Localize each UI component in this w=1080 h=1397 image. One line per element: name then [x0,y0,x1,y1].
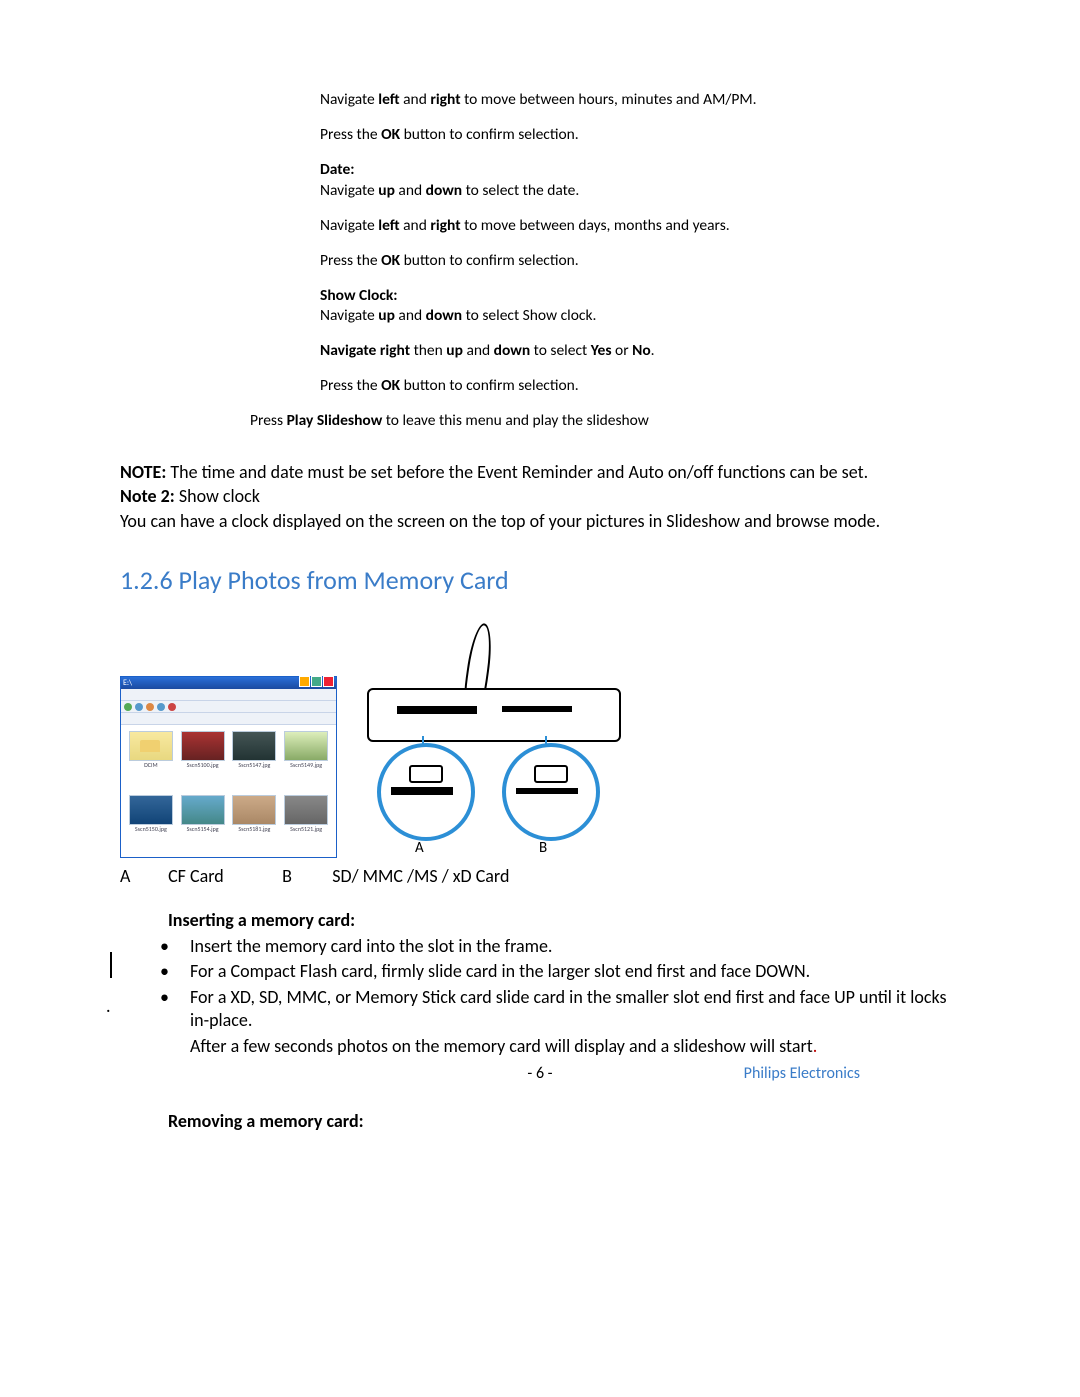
image-icon [284,795,328,825]
minimize-icon [299,676,310,687]
close-icon [323,676,334,687]
list-item: For a XD, SD, MMC, or Memory Stick card … [150,986,965,1033]
removing-heading: Removing a memory card: [168,1109,965,1133]
figure-explorer-window: E:\ DCIM Sscn5100.jpg Sscn5147.jpg Sscn5… [120,676,337,858]
up-icon [146,703,154,711]
list-item: Insert the memory card into the slot in … [150,935,965,958]
back-icon [124,703,132,711]
folder-icon [129,731,173,761]
instr-line-9: Press Play Slideshow to leave this menu … [250,411,965,432]
cf-slot-icon [397,706,477,714]
thumb-label: Sscn5147.jpg [238,761,270,769]
instr-line-4: Navigate left and right to move between … [320,216,965,237]
image-icon [284,731,328,761]
thumb-label: Sscn5100.jpg [187,761,219,769]
thumb-label: DCIM [144,761,158,769]
thumb-label: Sscn5149.jpg [290,761,322,769]
inserting-tail: After a few seconds photos on the memory… [190,1034,965,1058]
search-icon [157,703,165,711]
instr-line-5: Press the OK button to confirm selection… [320,251,965,272]
instr-line-8: Press the OK button to confirm selection… [320,376,965,397]
inserting-list: Insert the memory card into the slot in … [120,935,965,1033]
thumb-label: Sscn5154.jpg [187,825,219,833]
zoom-lens-b-icon [502,743,600,841]
instr-line-3: Navigate up and down to select the date. [320,181,965,202]
revision-bar-icon [110,952,112,978]
card-labels: A CF Card B SD/ MMC /MS / xD Card [120,864,965,888]
instr-line-2: Press the OK button to confirm selection… [320,125,965,146]
window-title: E:\ [123,678,132,689]
inserting-heading: Inserting a memory card: [168,908,965,932]
list-item: For a Compact Flash card, firmly slide c… [150,960,965,983]
diagram-label-b: B [539,838,547,858]
page-number: - 6 - [0,1063,1080,1085]
thumb-label: Sscn5121.jpg [290,825,322,833]
instr-line-6: Navigate up and down to select Show cloc… [320,306,965,327]
figure-row: E:\ DCIM Sscn5100.jpg Sscn5147.jpg Sscn5… [120,628,965,858]
zoom-lens-a-icon [377,743,475,841]
address-bar [121,713,336,725]
instr-line-1: Navigate left and right to move between … [320,90,965,111]
forward-icon [135,703,143,711]
image-icon [181,731,225,761]
instr-line-7: Navigate right then up and down to selec… [320,341,965,362]
image-icon [232,731,276,761]
thumb-label: Sscn5181.jpg [238,825,270,833]
brand-footer: Philips Electronics [744,1063,860,1085]
menu-bar [121,689,336,701]
loose-period: . [106,994,111,1018]
date-label: Date: [320,160,965,181]
showclock-label: Show Clock: [320,286,965,307]
note-block: NOTE: The time and date must be set befo… [120,460,965,533]
diagram-label-a: A [415,838,424,858]
thumb-label: Sscn5150.jpg [135,825,167,833]
image-icon [232,795,276,825]
section-heading: 1.2.6 Play Photos from Memory Card [120,563,965,598]
image-icon [181,795,225,825]
maximize-icon [311,676,322,687]
delete-icon [168,703,176,711]
device-body [367,688,621,742]
figure-device-diagram: A B [367,628,617,858]
tool-bar [121,701,336,713]
image-icon [129,795,173,825]
sd-slot-icon [502,706,572,712]
